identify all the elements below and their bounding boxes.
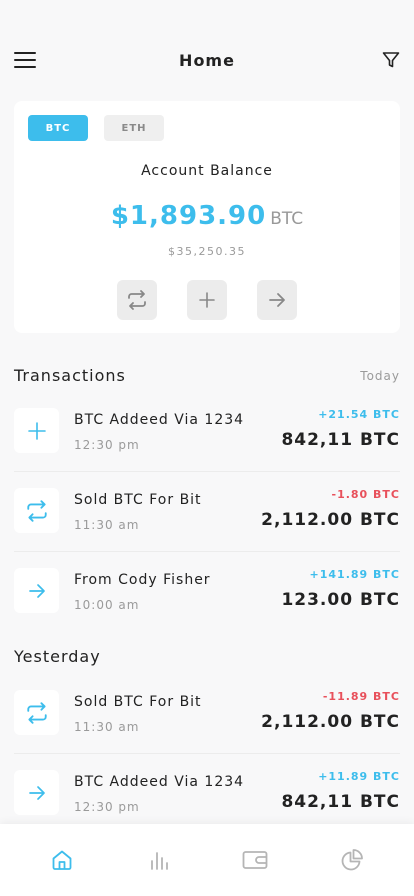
balance-usd-value: $35,250.35 — [168, 245, 246, 258]
transaction-time: 11:30 am — [74, 518, 140, 532]
transaction-name: BTC Addeed Via 1234 — [74, 774, 245, 790]
transaction-row[interactable]: Sold BTC For Bit 11:30 am -11.89 BTC 2,1… — [14, 674, 400, 754]
arrow-right-icon — [28, 785, 45, 800]
transaction-change: +141.89 BTC — [309, 568, 400, 581]
yesterday-title: Yesterday — [14, 647, 101, 666]
wallet-icon — [242, 851, 268, 869]
home-icon — [52, 850, 72, 870]
nav-home[interactable] — [42, 840, 82, 880]
bar-chart-icon — [150, 852, 168, 870]
swap-button[interactable] — [117, 280, 157, 320]
transaction-time: 10:00 am — [74, 598, 140, 612]
transaction-time: 12:30 pm — [74, 438, 140, 452]
transaction-name: From Cody Fisher — [74, 572, 211, 588]
transaction-change: -1.80 BTC — [331, 488, 400, 501]
filter-icon[interactable] — [382, 51, 400, 69]
transaction-total: 2,112.00 BTC — [261, 712, 400, 732]
nav-portfolio[interactable] — [332, 840, 372, 880]
transaction-name: BTC Addeed Via 1234 — [74, 412, 245, 428]
currency-tabs: BTC ETH — [28, 115, 164, 141]
balance-currency: BTC — [270, 209, 304, 229]
transaction-row[interactable]: BTC Addeed Via 1234 12:30 pm +21.54 BTC … — [14, 392, 400, 472]
transaction-total: 2,112.00 BTC — [261, 510, 400, 530]
transaction-icon-box — [14, 568, 59, 613]
transaction-time: 11:30 am — [74, 720, 140, 734]
transaction-row[interactable]: BTC Addeed Via 1234 12:30 pm +11.89 BTC … — [14, 754, 400, 834]
balance-actions — [117, 280, 297, 320]
transaction-icon-box — [14, 488, 59, 533]
transaction-change: -11.89 BTC — [322, 690, 400, 703]
plus-icon — [199, 292, 215, 308]
pie-chart-icon — [341, 849, 363, 871]
transaction-time: 12:30 pm — [74, 800, 140, 814]
transactions-title: Transactions — [14, 366, 126, 385]
tab-btc[interactable]: BTC — [28, 115, 88, 141]
page-title: Home — [179, 50, 235, 70]
hamburger-menu-icon[interactable] — [14, 52, 36, 68]
swap-icon — [26, 701, 47, 724]
tab-eth[interactable]: ETH — [104, 115, 164, 141]
top-bar: Home — [0, 40, 414, 80]
transaction-change: +11.89 BTC — [318, 770, 400, 783]
transaction-change: +21.54 BTC — [318, 408, 400, 421]
nav-wallet[interactable] — [235, 840, 275, 880]
plus-icon — [27, 421, 46, 440]
transactions-date-label: Today — [360, 369, 400, 383]
transaction-icon-box — [14, 770, 59, 815]
balance-amount: $1,893.90 BTC — [14, 201, 400, 231]
bottom-nav — [0, 824, 414, 896]
transaction-icon-box — [14, 690, 59, 735]
transaction-row[interactable]: From Cody Fisher 10:00 am +141.89 BTC 12… — [14, 552, 400, 632]
transaction-total: 123.00 BTC — [281, 590, 400, 610]
transaction-total: 842,11 BTC — [281, 430, 400, 450]
transaction-name: Sold BTC For Bit — [74, 694, 202, 710]
swap-icon — [26, 499, 47, 522]
transaction-total: 842,11 BTC — [281, 792, 400, 812]
transaction-row[interactable]: Sold BTC For Bit 11:30 am -1.80 BTC 2,11… — [14, 472, 400, 552]
arrow-right-icon — [28, 583, 45, 598]
balance-value: $1,893.90 — [110, 201, 267, 231]
balance-card: BTC ETH Account Balance $1,893.90 BTC $35… — [14, 101, 400, 333]
balance-label: Account Balance — [141, 163, 273, 179]
nav-stats[interactable] — [139, 840, 179, 880]
transaction-icon-box — [14, 408, 59, 453]
transaction-name: Sold BTC For Bit — [74, 492, 202, 508]
swap-icon — [128, 290, 146, 310]
add-button[interactable] — [187, 280, 227, 320]
arrow-right-icon — [269, 293, 285, 307]
send-button[interactable] — [257, 280, 297, 320]
